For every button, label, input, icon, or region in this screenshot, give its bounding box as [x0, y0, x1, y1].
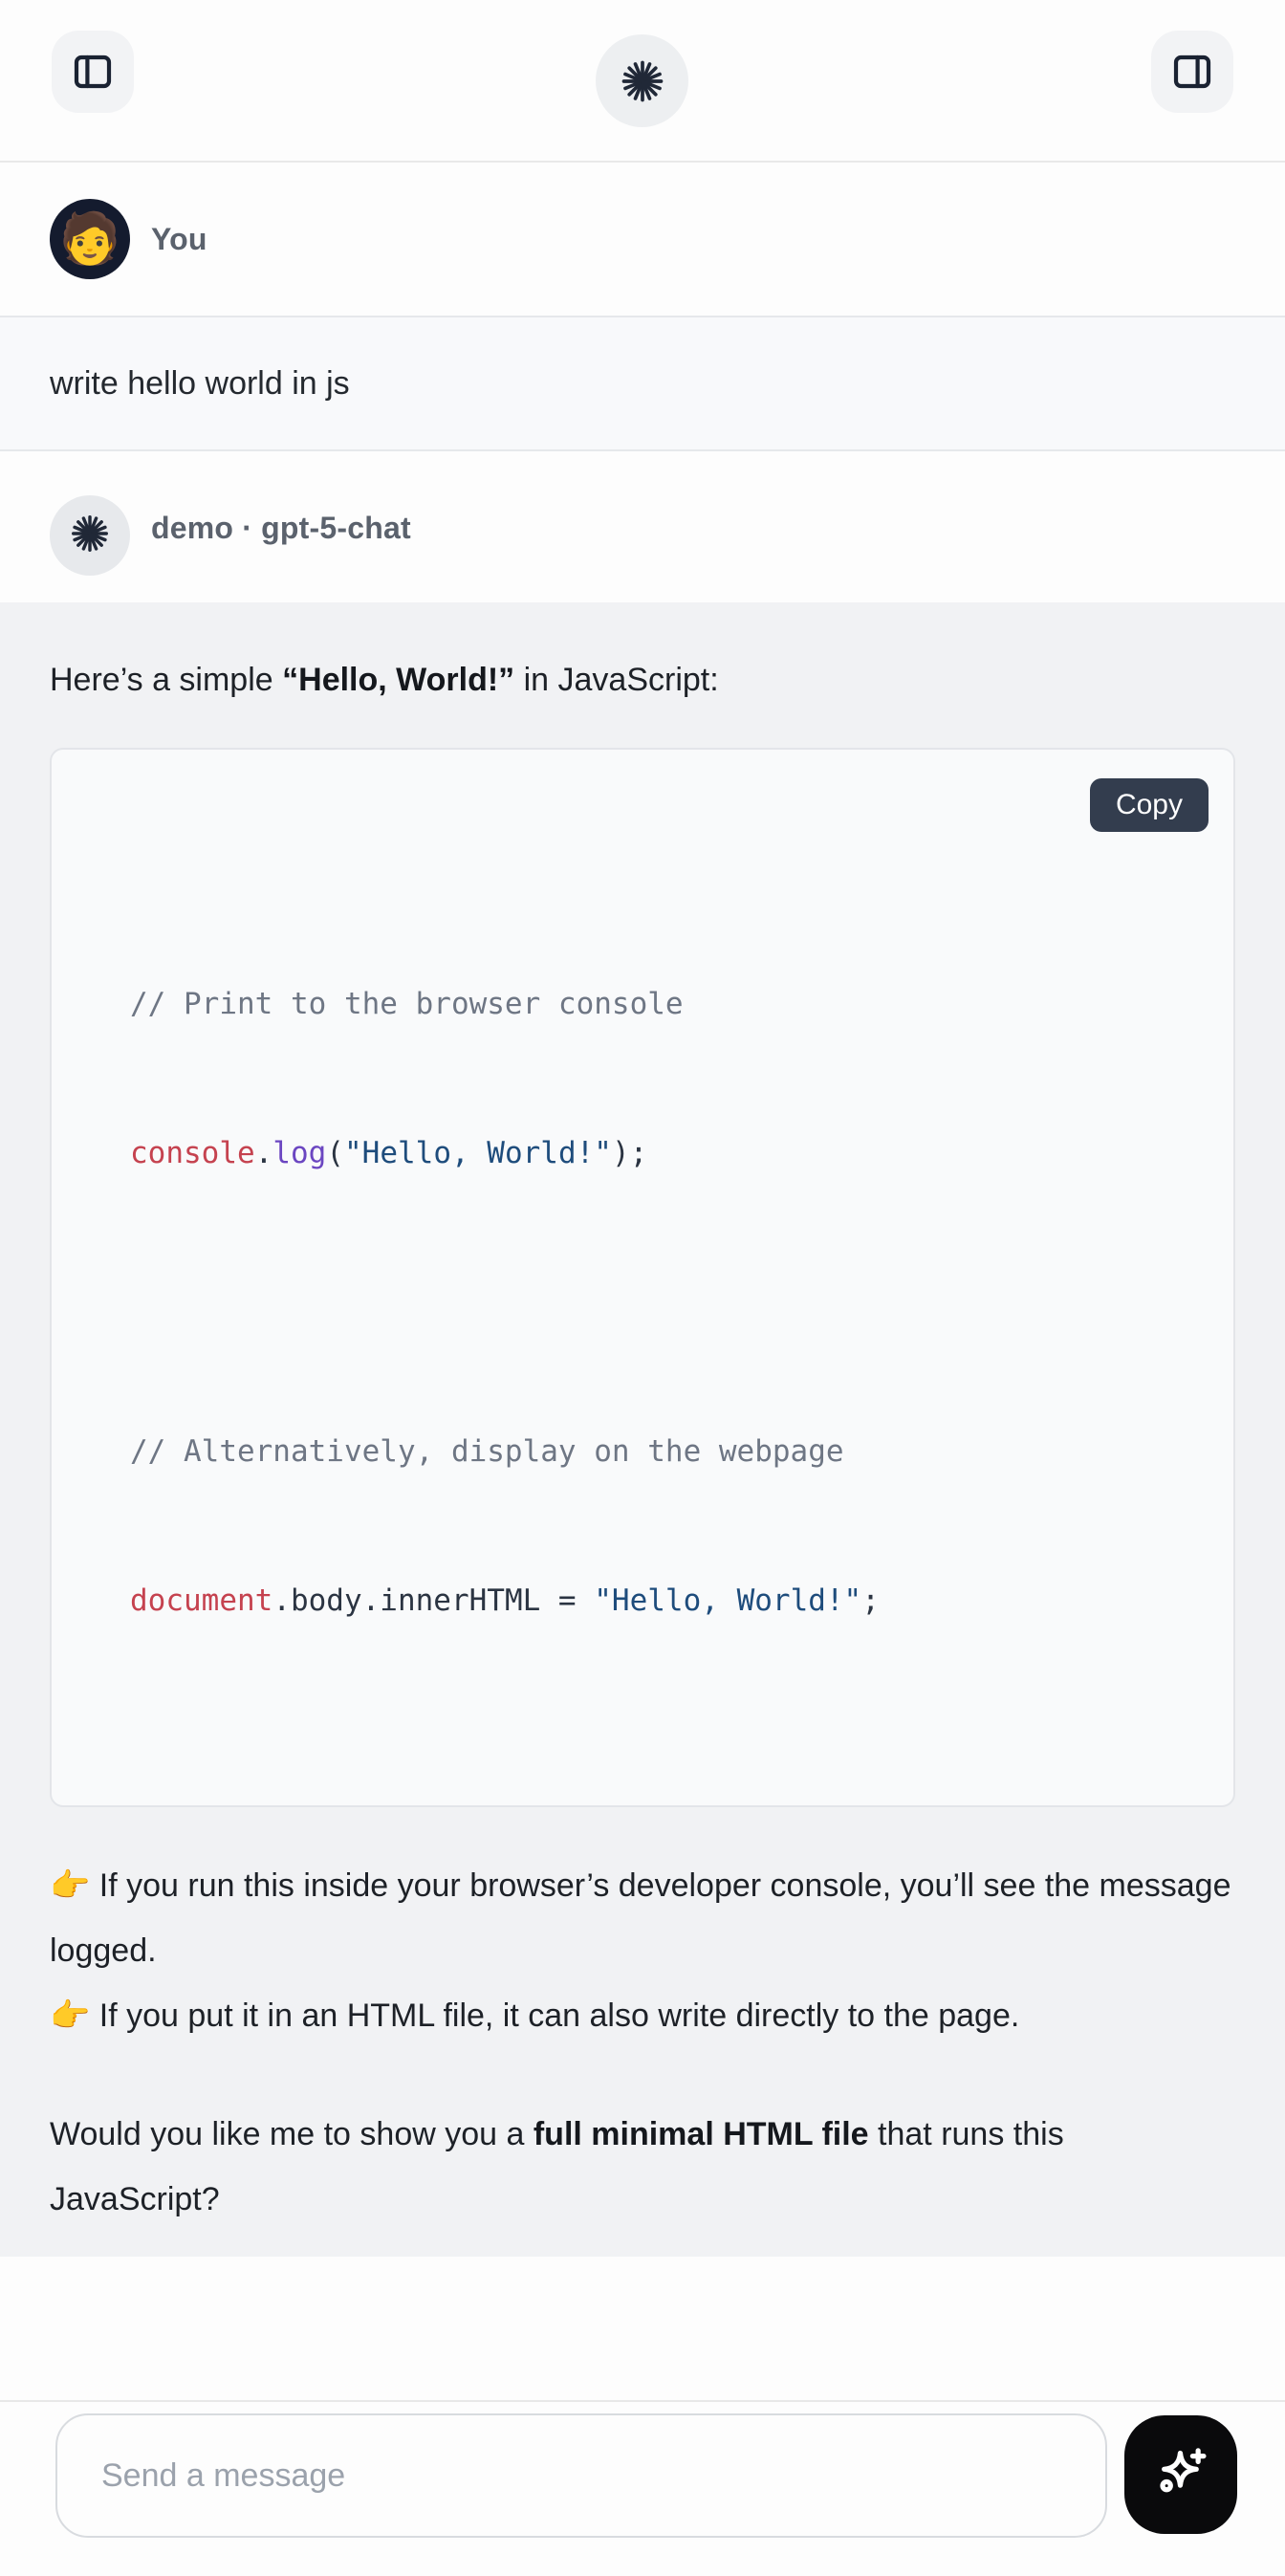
- sidebar-toggle-button[interactable]: [52, 31, 134, 113]
- code-blank-line: [130, 1277, 1195, 1327]
- message-input[interactable]: [55, 2413, 1107, 2538]
- code-punct: .: [255, 1136, 273, 1170]
- question-text: Would you like me to show you a: [50, 2116, 534, 2152]
- user-message-header: 🧑 You: [0, 163, 1285, 316]
- copy-code-button[interactable]: Copy: [1090, 778, 1209, 832]
- code-punct: .body.innerHTML =: [272, 1583, 594, 1618]
- code-line: // Alternatively, display on the webpage: [130, 1427, 1195, 1476]
- assistant-avatar: [50, 495, 130, 576]
- panel-right-icon: [1169, 49, 1215, 95]
- user-name-label: You: [151, 163, 207, 316]
- starburst-avatar-icon: [68, 512, 112, 560]
- code-function: log: [272, 1136, 326, 1170]
- code-line: console.log("Hello, World!");: [130, 1128, 1195, 1178]
- intro-bold-text: “Hello, World!”: [282, 662, 514, 698]
- code-punct: (: [326, 1136, 344, 1170]
- user-avatar: 🧑: [50, 199, 130, 279]
- code-punct: ;: [861, 1583, 880, 1618]
- code-comment: // Alternatively, display on the webpage: [130, 1434, 844, 1469]
- starburst-logo-icon: [618, 56, 667, 106]
- app-logo-button[interactable]: [596, 34, 688, 127]
- right-panel-toggle-button[interactable]: [1151, 31, 1233, 113]
- sparkle-icon: [1149, 2442, 1212, 2508]
- user-message-bubble: write hello world in js: [0, 316, 1285, 451]
- assistant-message-bubble: Here’s a simple “Hello, World!” in JavaS…: [0, 602, 1285, 2257]
- user-avatar-emoji: 🧑: [59, 214, 121, 264]
- code-keyword: document: [130, 1583, 272, 1618]
- assistant-message-header: demo · gpt-5-chat: [0, 451, 1285, 602]
- assistant-intro-paragraph: Here’s a simple “Hello, World!” in JavaS…: [50, 648, 1235, 711]
- code-line: document.body.innerHTML = "Hello, World!…: [130, 1576, 1195, 1626]
- code-string: "Hello, World!": [344, 1136, 612, 1170]
- assistant-question-paragraph: Would you like me to show you a full min…: [50, 2102, 1235, 2232]
- code-punct: );: [612, 1136, 647, 1170]
- note-line-1: 👉 If you run this inside your browser’s …: [50, 1867, 1231, 1969]
- assistant-notes-paragraph: 👉 If you run this inside your browser’s …: [50, 1853, 1235, 2048]
- code-line: // Print to the browser console: [130, 979, 1195, 1029]
- code-keyword: console: [130, 1136, 255, 1170]
- question-bold-text: full minimal HTML file: [534, 2116, 869, 2152]
- top-bar: [0, 0, 1285, 163]
- assistant-model-label: demo · gpt-5-chat: [151, 451, 411, 604]
- send-button[interactable]: [1124, 2415, 1237, 2534]
- code-block: Copy // Print to the browser console con…: [50, 748, 1235, 1807]
- code-comment: // Print to the browser console: [130, 987, 684, 1021]
- intro-text: Here’s a simple: [50, 662, 282, 698]
- code-string: "Hello, World!": [594, 1583, 861, 1618]
- panel-left-icon: [70, 49, 116, 95]
- composer-bar: [0, 2400, 1285, 2576]
- intro-text-post: in JavaScript:: [514, 662, 719, 698]
- note-line-2: 👉 If you put it in an HTML file, it can …: [50, 1997, 1019, 2034]
- user-message-text: write hello world in js: [50, 365, 350, 403]
